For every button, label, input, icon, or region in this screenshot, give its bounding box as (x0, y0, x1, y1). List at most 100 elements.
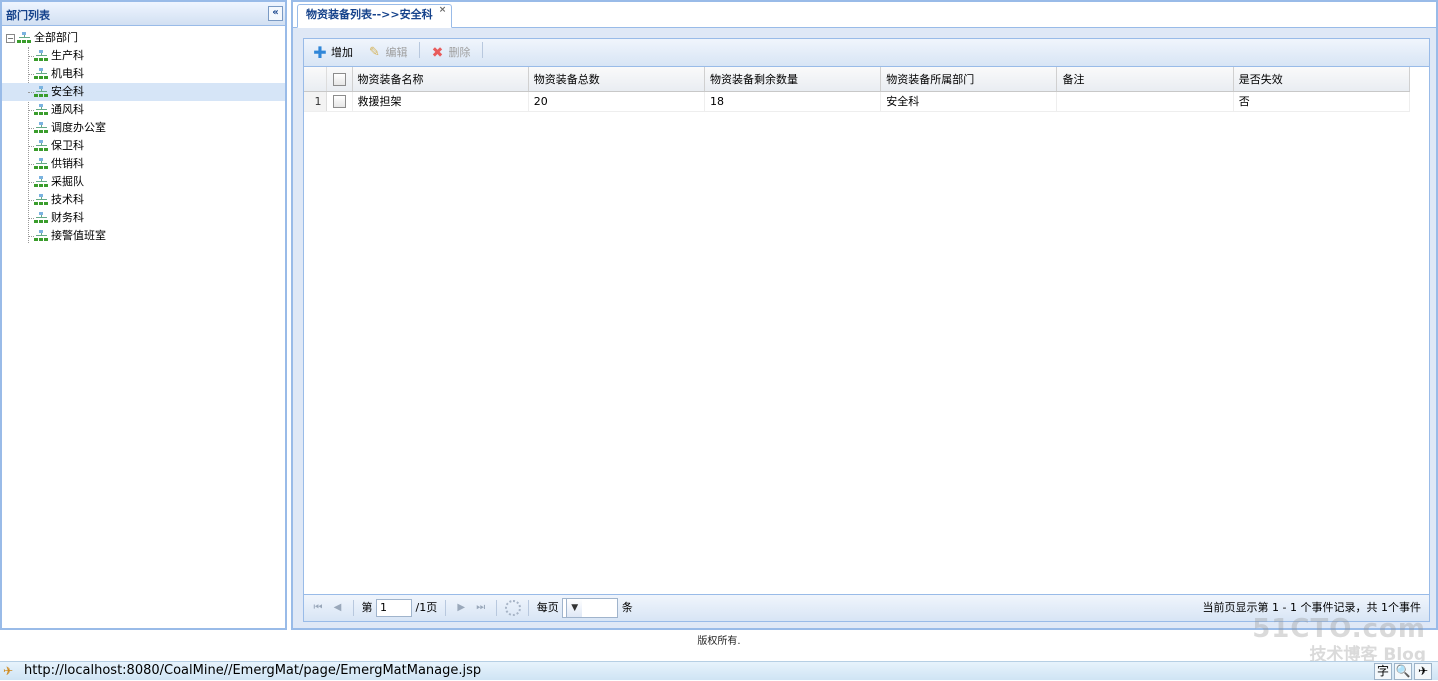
tree-node[interactable]: 通风科 (2, 101, 285, 119)
page-status-icon: ✈ (3, 664, 14, 678)
org-chart-icon (34, 194, 49, 206)
table-cell: 救援担架 (352, 91, 529, 112)
tree-node-label: 技术科 (51, 193, 84, 206)
column-header[interactable]: 物资装备总数 (528, 67, 706, 92)
department-tree: − 全部部门 生产科机电科安全科通风科调度办公室保卫科供销科采掘队技术科财务科接警… (2, 26, 285, 245)
tree-node[interactable]: 接警值班室 (2, 227, 285, 245)
table-cell: 18 (704, 91, 882, 112)
per-page-unit: 条 (621, 601, 633, 614)
tree-node[interactable]: 调度办公室 (2, 119, 285, 137)
tree-node-label: 采掘队 (51, 175, 84, 188)
tree-node-label: 供销科 (51, 157, 84, 170)
last-page-icon[interactable]: ⏭ (473, 598, 489, 618)
edit-icon: ✎ (369, 45, 380, 60)
main-panel: 物资装备列表-->>安全科 × ✚ 增加 ✎ 编辑 ✖ 删除 物资装备名称 物资… (291, 0, 1438, 630)
org-chart-icon (34, 122, 49, 134)
tree-node-label: 生产科 (51, 49, 84, 62)
table-body: 1 救援担架 20 18 安全科 否 (304, 91, 1411, 112)
select-all-header (326, 67, 353, 92)
tree-node[interactable]: 供销科 (2, 155, 285, 173)
row-checkbox[interactable] (332, 94, 346, 108)
department-panel-header: 部门列表 « (2, 2, 285, 26)
tree-node-label: 机电科 (51, 67, 84, 80)
equipment-grid-panel: ✚ 增加 ✎ 编辑 ✖ 删除 物资装备名称 物资装备总数 物资装备剩余数量 物资装备所属部门… (303, 38, 1430, 622)
row-number: 1 (304, 91, 327, 112)
tree-node-label: 保卫科 (51, 139, 84, 152)
org-chart-icon (34, 104, 49, 116)
row-select-cell (326, 91, 353, 112)
toolbar-separator (419, 42, 420, 58)
org-chart-icon (34, 158, 49, 170)
edit-button-label: 编辑 (385, 46, 408, 59)
delete-button-label: 删除 (448, 46, 471, 59)
table-cell (1056, 91, 1234, 112)
close-tab-icon[interactable]: × (438, 6, 448, 16)
page-size-select[interactable]: 10▼ (562, 598, 619, 618)
refresh-icon[interactable] (504, 600, 521, 616)
font-icon[interactable]: 字 (1374, 663, 1392, 680)
org-chart-icon (34, 140, 49, 152)
tree-node-label: 通风科 (51, 103, 84, 116)
tree-node[interactable]: 财务科 (2, 209, 285, 227)
chevron-down-icon[interactable]: ▼ (566, 599, 583, 617)
org-chart-icon (17, 32, 32, 44)
pager-separator (353, 600, 354, 616)
tree-node[interactable]: 安全科 (2, 83, 285, 101)
tab-strip: 物资装备列表-->>安全科 × (293, 2, 1436, 28)
grid-toolbar: ✚ 增加 ✎ 编辑 ✖ 删除 (304, 39, 1429, 67)
first-page-icon[interactable]: ⏮ (310, 598, 326, 618)
tree-node[interactable]: 保卫科 (2, 137, 285, 155)
table-cell: 20 (528, 91, 706, 112)
page-number-input[interactable]: 1 (376, 599, 412, 617)
column-header[interactable]: 物资装备剩余数量 (704, 67, 882, 92)
column-header[interactable]: 物资装备名称 (352, 67, 529, 92)
pager-separator (496, 600, 498, 616)
tree-node-root[interactable]: − 全部部门 (2, 29, 285, 47)
watermark-logo: 51CTO.com 技术博客 Blog (1252, 614, 1426, 665)
addon-icon[interactable]: ✈ (1414, 663, 1432, 680)
status-tools: 字 🔍 ✈ (1372, 663, 1432, 681)
org-chart-icon (34, 68, 49, 80)
department-panel: 部门列表 « − 全部部门 生产科机电科安全科通风科调度办公室保卫科供销科采掘队技… (0, 0, 287, 630)
next-page-icon[interactable]: ▶ (453, 598, 469, 618)
tree-node-label: 全部部门 (34, 31, 78, 44)
select-all-checkbox[interactable] (332, 72, 346, 86)
tab-label: 物资装备列表-->>安全科 (306, 8, 433, 21)
column-header[interactable]: 备注 (1056, 67, 1234, 92)
tree-node[interactable]: 采掘队 (2, 173, 285, 191)
tree-children: 生产科机电科安全科通风科调度办公室保卫科供销科采掘队技术科财务科接警值班室 (2, 47, 285, 245)
table-cell: 安全科 (880, 91, 1058, 112)
column-header[interactable]: 物资装备所属部门 (880, 67, 1058, 92)
tab-body: ✚ 增加 ✎ 编辑 ✖ 删除 物资装备名称 物资装备总数 物资装备剩余数量 物资装备所属部门… (293, 28, 1436, 628)
per-page-label: 每页 (536, 601, 559, 614)
org-chart-icon (34, 50, 49, 62)
add-icon: ✚ (313, 43, 327, 62)
org-chart-icon (34, 86, 49, 98)
org-chart-icon (34, 212, 49, 224)
tab-equipment-list[interactable]: 物资装备列表-->>安全科 × (297, 4, 452, 28)
tree-node[interactable]: 机电科 (2, 65, 285, 83)
add-button[interactable]: ✚ 增加 (308, 42, 357, 64)
pager-separator (444, 600, 446, 616)
department-panel-title: 部门列表 (6, 9, 50, 22)
tree-collapse-icon[interactable]: − (6, 33, 15, 43)
page-prefix: 第 (361, 601, 373, 614)
zoom-icon[interactable]: 🔍 (1394, 663, 1412, 680)
pager-separator (528, 600, 530, 616)
column-header[interactable]: 是否失效 (1233, 67, 1411, 92)
delete-button[interactable]: ✖ 删除 (426, 42, 475, 64)
tree-node-label: 安全科 (51, 85, 84, 98)
tree-node[interactable]: 生产科 (2, 47, 285, 65)
delete-icon: ✖ (431, 45, 444, 61)
collapse-panel-icon[interactable]: « (268, 6, 283, 21)
page-total: /1页 (415, 601, 438, 614)
tree-node[interactable]: 技术科 (2, 191, 285, 209)
browser-status-bar: ✈ http://localhost:8080/CoalMine//EmergM… (0, 661, 1438, 680)
status-url: http://localhost:8080/CoalMine//EmergMat… (24, 663, 482, 678)
edit-button[interactable]: ✎ 编辑 (363, 42, 412, 64)
tree-node-label: 财务科 (51, 211, 84, 224)
copyright-text: 版权所有. (697, 636, 741, 647)
prev-page-icon[interactable]: ◀ (330, 598, 346, 618)
table-row[interactable]: 1 救援担架 20 18 安全科 否 (304, 91, 1411, 112)
toolbar-separator (482, 42, 483, 58)
